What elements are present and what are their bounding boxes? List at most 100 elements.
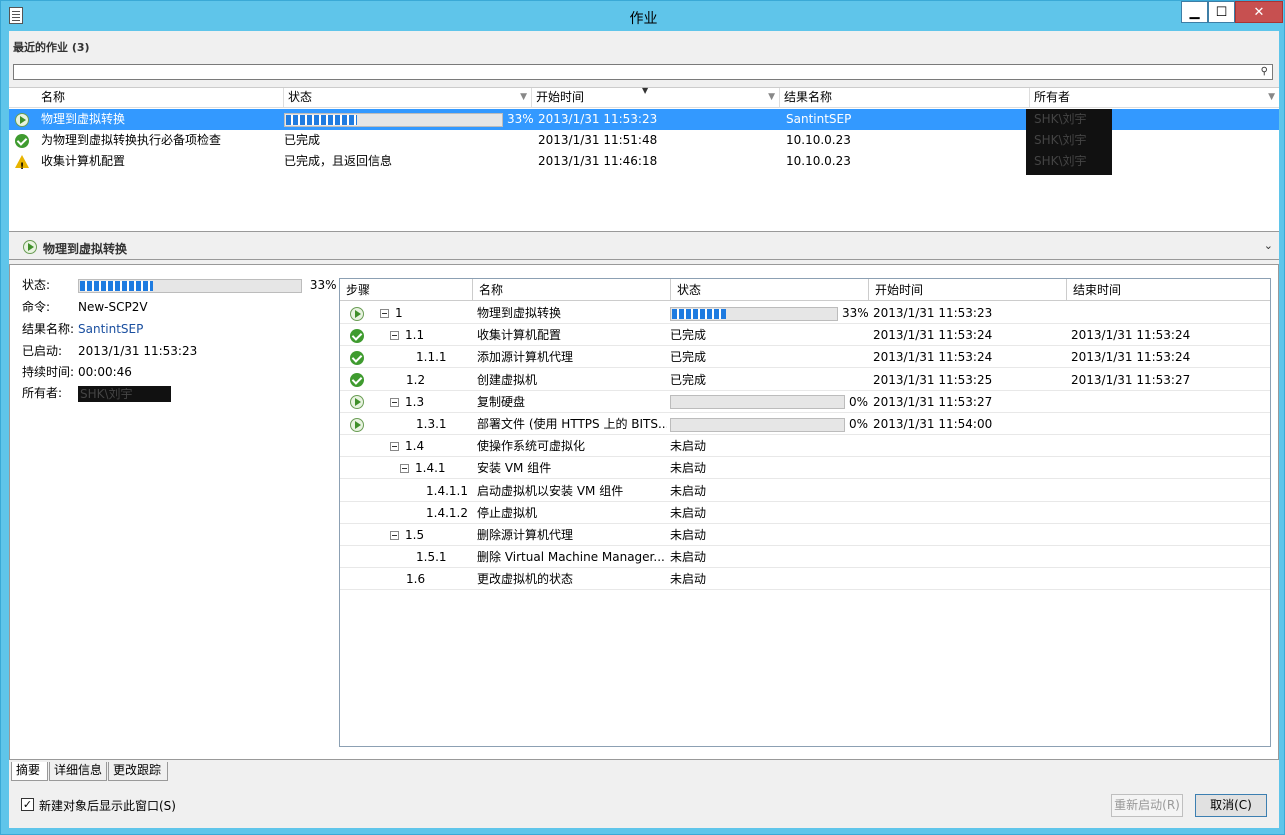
step-name: 部署文件 (使用 HTTPS 上的 BITS... xyxy=(477,417,667,431)
client-area: 最近的作业 (3) ⚲ 名称 状态 ▼ 开始时间 ▼ 结果名称 所有者 ▼ ▼ 物理到… xyxy=(9,31,1279,828)
step-number-cell: 1.6 xyxy=(390,568,475,590)
step-start-time xyxy=(873,502,1067,524)
play-icon xyxy=(350,417,364,432)
result-link[interactable]: SantintSEP xyxy=(78,322,143,336)
filter-dropdown-icon[interactable]: ▼ xyxy=(520,88,527,107)
step-name: 创建虚拟机 xyxy=(477,372,538,387)
step-status: 未启动 xyxy=(670,528,707,542)
restart-button[interactable]: 重新启动(R) xyxy=(1111,794,1183,817)
job-status: 已完成，且返回信息 xyxy=(284,154,393,168)
step-start-time xyxy=(873,435,1067,457)
step-icon-cell xyxy=(350,413,368,435)
search-icon[interactable]: ⚲ xyxy=(1261,66,1268,77)
play-icon xyxy=(350,395,364,410)
filter-dropdown-icon[interactable]: ▼ xyxy=(1268,88,1275,107)
step-row[interactable]: 1.4.1.1 启动虚拟机以安装 VM 组件 未启动 xyxy=(340,480,1270,502)
minimize-button[interactable]: ▁ xyxy=(1181,1,1208,23)
column-step[interactable]: 步骤 xyxy=(340,279,473,301)
column-owner[interactable]: 所有者 ▼ xyxy=(1030,88,1279,108)
job-icon-cell xyxy=(15,109,33,130)
steps-header: 步骤 名称 状态 开始时间 结束时间 xyxy=(340,279,1270,301)
step-number-cell: 1.3 xyxy=(390,391,475,413)
tab-change-tracking[interactable]: 更改跟踪 xyxy=(108,762,168,781)
collapse-icon[interactable] xyxy=(390,331,399,341)
search-input[interactable]: ⚲ xyxy=(13,64,1273,80)
collapse-icon[interactable] xyxy=(400,464,409,474)
job-status: 已完成 xyxy=(284,133,321,147)
step-icon-cell xyxy=(350,546,368,568)
step-row[interactable]: 1.4 使操作系统可虚拟化 未启动 xyxy=(340,435,1270,458)
step-row[interactable]: 1.3.1 部署文件 (使用 HTTPS 上的 BITS... 0% 2013/1/3… xyxy=(340,413,1270,435)
step-status: 已完成 xyxy=(670,328,707,343)
step-row[interactable]: 1.4.1.2 停止虚拟机 未启动 xyxy=(340,502,1270,524)
job-status: 33% xyxy=(284,109,534,130)
step-row[interactable]: 1.1.1 添加源计算机代理 已完成 2013/1/31 11:53:24 2013/1… xyxy=(340,346,1270,369)
show-window-checkbox-label: 新建对象后显示此窗口(S) xyxy=(39,799,176,813)
step-number: 1.5 xyxy=(405,528,425,542)
progress-group: 33% xyxy=(284,112,534,127)
step-end-time xyxy=(1071,568,1266,590)
column-name[interactable]: 名称 xyxy=(37,88,284,108)
chevron-down-icon[interactable]: ⌄ xyxy=(1264,239,1273,252)
check-icon xyxy=(350,373,364,388)
step-status: 0% xyxy=(670,413,868,435)
step-start-time: 2013/1/31 11:53:27 xyxy=(873,394,993,409)
job-name: 为物理到虚拟转换执行必备项检查 xyxy=(41,133,222,147)
step-row[interactable]: 1.3 复制硬盘 0% 2013/1/31 11:53:27 xyxy=(340,391,1270,413)
column-name[interactable]: 名称 xyxy=(473,279,671,301)
title-bar[interactable]: 作业 ▁ ☐ ✕ xyxy=(1,1,1285,31)
job-result-name: SantintSEP xyxy=(786,112,852,126)
step-end-time xyxy=(1071,502,1266,524)
step-row[interactable]: 1.4.1 安装 VM 组件 未启动 xyxy=(340,457,1270,480)
step-start-time xyxy=(873,480,1067,502)
step-status: 未启动 xyxy=(670,483,707,498)
column-start-time[interactable]: 开始时间 ▼ xyxy=(532,88,780,108)
summary-started: 已启动: 2013/1/31 11:53:23 xyxy=(22,344,198,358)
step-row[interactable]: 1.2 创建虚拟机 已完成 2013/1/31 11:53:25 2013/1/31 1… xyxy=(340,369,1270,391)
tab-details[interactable]: 详细信息 xyxy=(49,762,107,781)
cancel-button[interactable]: 取消(C) xyxy=(1195,794,1267,817)
check-icon xyxy=(15,133,29,148)
progress-pct: 33% xyxy=(507,112,534,126)
progress-group: 33% xyxy=(670,306,868,321)
step-row[interactable]: 1.5.1 删除 Virtual Machine Manager... 未启动 xyxy=(340,546,1270,569)
step-number: 1.4.1.2 xyxy=(426,505,468,520)
job-result-name: 10.10.0.23 xyxy=(786,154,851,168)
step-status: 0% xyxy=(670,391,868,413)
column-result-name[interactable]: 结果名称 xyxy=(780,88,1030,108)
step-start-time: 2013/1/31 11:53:23 xyxy=(873,306,993,320)
show-window-checkbox[interactable]: ✓ xyxy=(21,798,34,811)
maximize-button[interactable]: ☐ xyxy=(1208,1,1235,23)
collapse-icon[interactable] xyxy=(390,397,399,407)
step-row[interactable]: 1.6 更改虚拟机的状态 未启动 xyxy=(340,568,1270,591)
step-name: 使操作系统可虚拟化 xyxy=(477,439,586,454)
filter-dropdown-icon[interactable]: ▼ xyxy=(768,88,775,107)
step-start-time: 2013/1/31 11:53:25 xyxy=(873,372,993,387)
step-name: 收集计算机配置 xyxy=(477,328,562,343)
tab-summary[interactable]: 摘要 xyxy=(11,762,48,781)
step-icon-cell xyxy=(350,391,368,413)
step-row[interactable]: 1.1 收集计算机配置 已完成 2013/1/31 11:53:24 2013/1/31… xyxy=(340,324,1270,347)
column-end-time[interactable]: 结束时间 xyxy=(1067,279,1270,301)
column-start-time[interactable]: 开始时间 xyxy=(869,279,1067,301)
step-row[interactable]: 1 物理到虚拟转换 33% 2013/1/31 11:53:23 xyxy=(340,302,1270,324)
progress-bar xyxy=(284,112,503,127)
step-number-cell: 1.5.1 xyxy=(400,546,475,568)
job-name: 收集计算机配置 xyxy=(41,154,126,168)
collapse-icon[interactable] xyxy=(390,531,399,540)
close-button[interactable]: ✕ xyxy=(1235,1,1283,23)
step-row[interactable]: 1.5 删除源计算机代理 未启动 xyxy=(340,524,1270,546)
detail-header[interactable]: 物理到虚拟转换 ⌄ xyxy=(9,234,1279,260)
column-status[interactable]: 状态 xyxy=(671,279,869,301)
step-number-cell: 1.4.1 xyxy=(400,457,475,479)
step-name: 物理到虚拟转换 xyxy=(477,306,562,320)
progress-group: 0% xyxy=(670,417,868,432)
collapse-icon[interactable] xyxy=(380,309,389,318)
column-status[interactable]: 状态 ▼ xyxy=(284,88,532,108)
step-number: 1.2 xyxy=(406,372,426,387)
collapse-icon[interactable] xyxy=(390,442,399,452)
step-icon-cell xyxy=(350,524,368,546)
detail-title: 物理到虚拟转换 xyxy=(43,242,128,256)
job-start-time: 2013/1/31 11:46:18 xyxy=(538,154,658,168)
step-end-time xyxy=(1071,457,1266,479)
